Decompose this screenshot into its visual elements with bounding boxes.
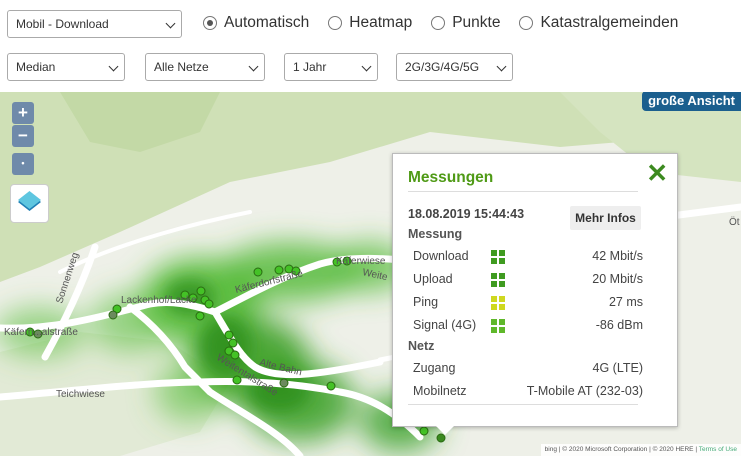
- popup-pointer: [436, 426, 454, 435]
- radio-dot-icon: [431, 16, 446, 30]
- big-view-label: große Ansicht: [648, 93, 735, 108]
- radio-label: Punkte: [452, 14, 501, 31]
- row-value: T-Mobile AT (232-03): [526, 384, 643, 398]
- zoom-in-button[interactable]: +: [12, 102, 34, 124]
- chevron-down-icon: [108, 61, 119, 72]
- row-value: 4G (LTE): [592, 361, 643, 375]
- locate-button[interactable]: •: [12, 153, 34, 175]
- plus-icon: +: [18, 103, 28, 122]
- radio-katastralgemeinden[interactable]: Katastralgemeinden: [519, 14, 678, 32]
- terms-of-use-link[interactable]: Terms of Use: [699, 446, 737, 453]
- big-view-button[interactable]: große Ansicht: [642, 92, 741, 111]
- layer-switcher-button[interactable]: [10, 184, 49, 223]
- more-info-button[interactable]: Mehr Infos: [570, 206, 641, 230]
- locate-dot-icon: •: [21, 158, 25, 168]
- chevron-down-icon: [248, 61, 259, 72]
- row-label: Zugang: [413, 361, 456, 375]
- divider: [408, 191, 638, 192]
- row-value: 42 Mbit/s: [592, 249, 643, 263]
- row-label: Ping: [413, 295, 439, 309]
- zoom-out-button[interactable]: −: [12, 125, 34, 147]
- radio-automatisch[interactable]: Automatisch: [203, 14, 309, 32]
- chevron-down-icon: [165, 18, 176, 29]
- quality-icon: [491, 273, 505, 287]
- network-value: Alle Netze: [154, 60, 209, 74]
- bing-logo: bing: [544, 446, 557, 453]
- measurement-type-value: Mobil - Download: [16, 17, 109, 31]
- measurement-timestamp: 18.08.2019 15:44:43: [408, 207, 525, 221]
- quality-icon: [491, 250, 505, 264]
- row-value: 27 ms: [608, 295, 643, 309]
- street-label-kaeferwiese: Käferwiese: [336, 256, 386, 267]
- radio-heatmap[interactable]: Heatmap: [328, 14, 412, 32]
- statistic-value: Median: [16, 60, 56, 74]
- row-value: 20 Mbit/s: [592, 272, 643, 286]
- technology-value: 2G/3G/4G/5G: [405, 60, 480, 74]
- measurement-popup: Messungen ✕ 18.08.2019 15:44:43 Mehr Inf…: [392, 153, 678, 427]
- radio-label: Automatisch: [224, 14, 310, 31]
- map-attribution: bing | © 2020 Microsoft Corporation | © …: [540, 444, 741, 456]
- street-label-ot: Öt: [729, 216, 740, 228]
- street-label-teichwiese: Teichwiese: [56, 389, 105, 400]
- measurement-heading: Messung: [408, 227, 463, 241]
- quality-icon: [491, 296, 505, 310]
- divider: [408, 404, 638, 405]
- network-select[interactable]: Alle Netze: [145, 53, 265, 81]
- row-label: Mobilnetz: [413, 384, 467, 398]
- view-mode-radio-group: Automatisch Heatmap Punkte Katastralgeme…: [203, 14, 697, 32]
- statistic-select[interactable]: Median: [7, 53, 125, 81]
- minus-icon: −: [18, 126, 28, 145]
- radio-punkte[interactable]: Punkte: [431, 14, 500, 32]
- radio-label: Heatmap: [349, 14, 413, 31]
- chevron-down-icon: [496, 61, 507, 72]
- chevron-down-icon: [361, 61, 372, 72]
- street-label-kaefertalstrasse: Käfern...alstraße: [4, 327, 78, 338]
- technology-select[interactable]: 2G/3G/4G/5G: [396, 53, 513, 81]
- radio-dot-icon: [203, 16, 217, 30]
- radio-dot-icon: [519, 16, 534, 30]
- copyright-microsoft: © 2020 Microsoft Corporation: [562, 446, 648, 453]
- popup-title: Messungen: [408, 169, 494, 186]
- row-label: Upload: [413, 272, 453, 286]
- time-period-value: 1 Jahr: [293, 60, 327, 74]
- row-label: Download: [413, 249, 469, 263]
- copyright-here: © 2020 HERE: [652, 446, 694, 453]
- quality-icon: [491, 319, 505, 333]
- layers-icon: [18, 191, 41, 211]
- row-value: -86 dBm: [595, 318, 643, 332]
- radio-dot-icon: [328, 16, 343, 30]
- measurement-type-select[interactable]: Mobil - Download: [7, 10, 182, 38]
- row-label: Signal (4G): [413, 318, 477, 332]
- network-heading: Netz: [408, 339, 435, 353]
- radio-label: Katastralgemeinden: [540, 14, 679, 31]
- time-period-select[interactable]: 1 Jahr: [284, 53, 378, 81]
- street-label-lackenhof: Lackenhof/Lacke: [121, 295, 197, 306]
- close-icon[interactable]: ✕: [646, 158, 668, 189]
